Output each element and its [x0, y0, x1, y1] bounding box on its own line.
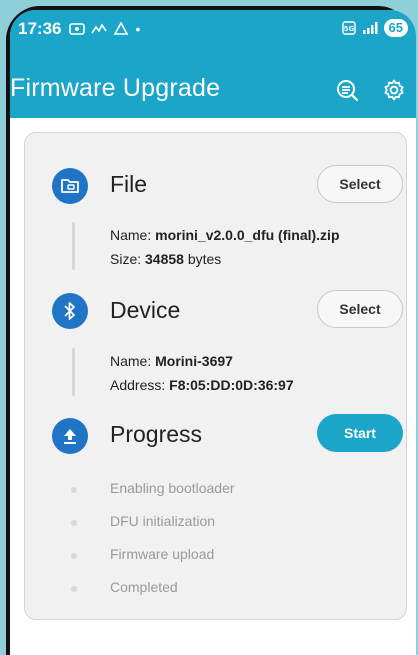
status-right: 5G 65 [341, 19, 408, 37]
search-list-icon[interactable] [335, 78, 359, 102]
screenshot-icon [69, 23, 86, 35]
app-bar: 17:36 • 5G 65 Firmware Upgrade [10, 10, 416, 118]
screen: 17:36 • 5G 65 Firmware Upgrade File Sele… [10, 10, 416, 655]
file-size-unit: bytes [187, 251, 222, 267]
device-address-row: Address: F8:05:DD:0D:36:97 [110, 377, 294, 393]
status-bar: 17:36 • 5G 65 [10, 10, 416, 48]
step-status-dot [71, 586, 77, 592]
device-details-divider [72, 348, 75, 396]
gear-icon[interactable] [382, 78, 406, 102]
file-section-title: File [110, 171, 148, 197]
step-status-dot [71, 553, 77, 559]
status-notification-icons: • [69, 21, 140, 37]
step-enabling-bootloader: Enabling bootloader [110, 480, 235, 496]
device-address-value: F8:05:DD:0D:36:97 [169, 377, 294, 393]
recycle-icon [114, 22, 129, 35]
signal-wave-icon [91, 23, 108, 34]
device-name-row: Name: Morini-3697 [110, 353, 233, 369]
dfu-card: File Select Name: morini_v2.0.0_dfu (fin… [24, 132, 407, 620]
folder-icon [52, 168, 88, 204]
file-name-value: morini_v2.0.0_dfu (final).zip [155, 227, 340, 243]
file-size-row: Size: 34858 bytes [110, 251, 221, 267]
step-firmware-upload: Firmware upload [110, 546, 215, 562]
dot-icon: • [135, 21, 141, 37]
step-status-dot [71, 487, 77, 493]
step-dfu-initialization: DFU initialization [110, 513, 216, 529]
select-device-button[interactable]: Select [317, 290, 403, 328]
device-section-title: Device [110, 297, 181, 323]
device-name-label: Name: [110, 353, 152, 369]
file-name-row: Name: morini_v2.0.0_dfu (final).zip [110, 227, 340, 243]
step-status-dot [71, 520, 77, 526]
file-size-value: 34858 [145, 251, 184, 267]
signal-icon [362, 22, 378, 34]
network-5g-icon: 5G [341, 21, 356, 35]
step-completed: Completed [110, 579, 178, 595]
progress-section-title: Progress [110, 421, 203, 447]
file-details-divider [72, 222, 75, 270]
bluetooth-icon [52, 293, 88, 329]
file-size-label: Size: [110, 251, 142, 267]
device-address-label: Address: [110, 377, 166, 393]
select-file-button[interactable]: Select [317, 165, 403, 203]
device-name-value: Morini-3697 [155, 353, 233, 369]
svg-text:5G: 5G [343, 25, 354, 33]
page-title: Firmware Upgrade [10, 74, 221, 102]
status-time: 17:36 [18, 19, 62, 38]
file-name-label: Name: [110, 227, 152, 243]
battery-indicator: 65 [383, 19, 408, 37]
upload-icon [52, 418, 88, 454]
start-button[interactable]: Start [317, 414, 403, 452]
